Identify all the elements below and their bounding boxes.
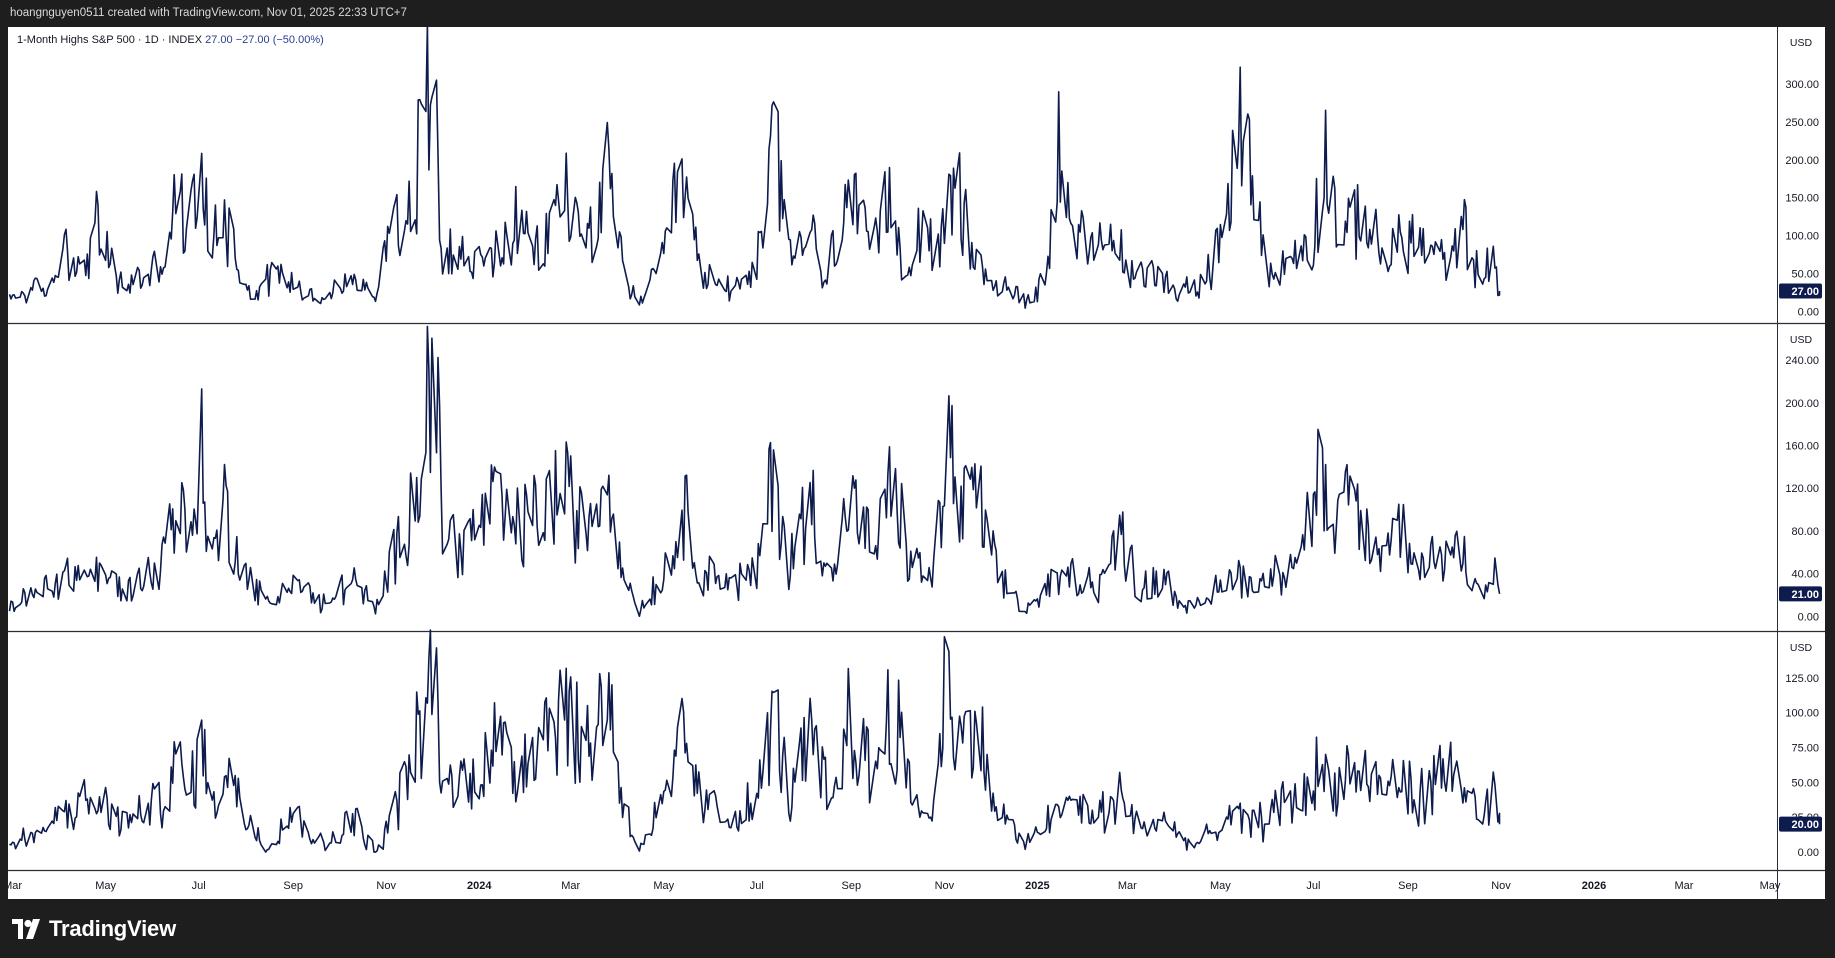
last-price-label: 21.00 [1791, 589, 1819, 601]
currency-label: USD [1790, 642, 1813, 654]
x-tick-label: Mar [8, 880, 22, 892]
y-tick-label: 50.00 [1791, 269, 1819, 281]
y-tick-label: 50.00 [1791, 777, 1819, 789]
y-tick-label: 160.00 [1785, 440, 1819, 452]
series-line[interactable] [8, 27, 1501, 309]
x-tick-label: May [95, 880, 116, 892]
footer-bar: TradingView [0, 899, 1835, 958]
currency-label: USD [1790, 334, 1813, 346]
x-tick-label: 2024 [467, 880, 492, 892]
y-tick-label: 300.00 [1785, 79, 1819, 91]
y-tick-label: 80.00 [1791, 526, 1819, 538]
y-tick-label: 200.00 [1785, 398, 1819, 410]
series-legend[interactable]: 1-Month Highs S&P 500 · 1D · INDEX 27.00… [17, 34, 324, 46]
tradingview-logo-icon [12, 919, 40, 939]
y-tick-label: 150.00 [1785, 193, 1819, 205]
y-tick-label: 0.00 [1798, 847, 1819, 859]
tradingview-logo[interactable]: TradingView [12, 914, 176, 944]
last-price-label: 27.00 [1791, 286, 1819, 298]
x-tick-label: Nov [1491, 880, 1511, 892]
x-tick-label: Jul [192, 880, 206, 892]
legend-symbol: 1-Month Highs S&P 500 · 1D · INDEX [17, 34, 205, 46]
y-tick-label: 100.00 [1785, 231, 1819, 243]
currency-label: USD [1790, 37, 1813, 49]
x-tick-label: Jul [1306, 880, 1320, 892]
x-tick-label: May [653, 880, 674, 892]
x-tick-label: Sep [1398, 880, 1418, 892]
x-tick-label: Nov [935, 880, 955, 892]
x-tick-label: Mar [1118, 880, 1137, 892]
x-tick-label: Mar [1674, 880, 1693, 892]
y-tick-label: 0.00 [1798, 306, 1819, 318]
chart-area[interactable]: USD 0.00 50.00 100.00 150.00 200.00 250.00 300.… [8, 27, 1825, 899]
x-tick-label: Sep [842, 880, 862, 892]
y-tick-label: 100.00 [1785, 708, 1819, 720]
series-line[interactable] [8, 325, 1501, 618]
series-line[interactable] [9, 629, 1501, 853]
chart-attribution-bar: hoangnguyen0511 created with TradingView… [0, 0, 1835, 27]
y-tick-label: 75.00 [1791, 743, 1819, 755]
legend-change: −27.00 (−50.00%) [236, 34, 324, 46]
chart-pane-3[interactable]: USD0.0025.0050.0075.00100.00125.0020.00 [8, 629, 1825, 859]
legend-last-value: 27.00 [205, 34, 236, 46]
x-tick-label: 2025 [1025, 880, 1049, 892]
tradingview-logo-text: TradingView [49, 916, 176, 941]
chart-canvas[interactable]: USD 0.00 50.00 100.00 150.00 200.00 250.00 300.… [8, 27, 1825, 899]
attribution-text: hoangnguyen0511 created with TradingView… [10, 7, 407, 19]
y-tick-label: 250.00 [1785, 117, 1819, 129]
chart-pane-2[interactable]: USD 0.00 40.00 80.00 120.00 160.00 200.00 240.0… [8, 322, 1825, 624]
x-tick-label: 2026 [1582, 880, 1606, 892]
y-tick-label: 0.00 [1798, 611, 1819, 623]
y-tick-label: 240.00 [1785, 355, 1819, 367]
x-tick-label: Sep [283, 880, 303, 892]
x-tick-label: May [1760, 880, 1781, 892]
last-price-label: 20.00 [1791, 819, 1819, 831]
chart-pane-1[interactable]: USD 0.00 50.00 100.00 150.00 200.00 250.00 300.… [8, 27, 1823, 318]
x-tick-label: Nov [376, 880, 396, 892]
y-tick-label: 200.00 [1785, 155, 1819, 167]
y-tick-label: 120.00 [1785, 483, 1819, 495]
x-tick-label: Jul [750, 880, 764, 892]
y-tick-label: 40.00 [1791, 569, 1819, 581]
x-tick-label: May [1210, 880, 1231, 892]
y-tick-label: 125.00 [1785, 673, 1819, 685]
x-tick-label: Mar [561, 880, 580, 892]
